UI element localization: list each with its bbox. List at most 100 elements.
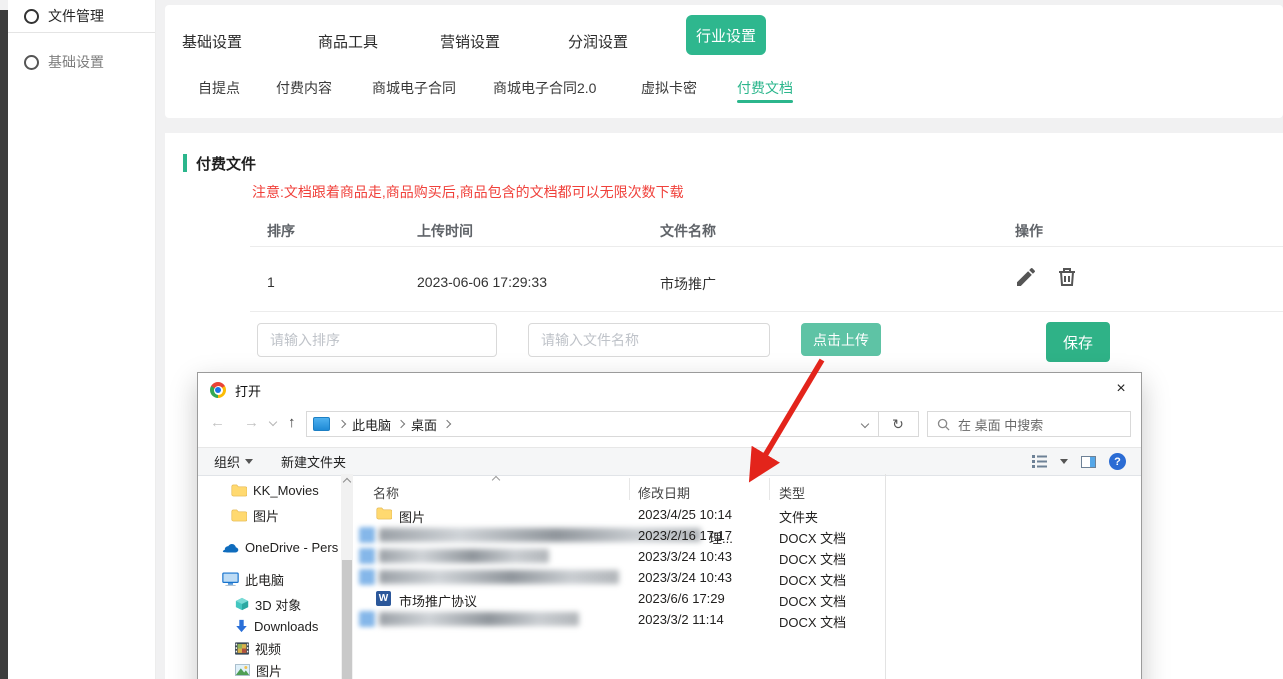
notice-text: 注意:文档跟着商品走,商品购买后,商品包含的文档都可以无限次数下载 bbox=[252, 182, 684, 202]
column-divider[interactable] bbox=[629, 478, 630, 500]
radio-circle-icon bbox=[24, 55, 39, 70]
tree-item-label: OneDrive - Pers bbox=[245, 540, 338, 555]
tree-item-label: 此电脑 bbox=[245, 570, 284, 589]
file-row-pictures[interactable]: 图片 2023/4/25 10:14 文件夹 bbox=[353, 504, 884, 525]
recent-locations-icon[interactable] bbox=[269, 418, 277, 426]
tree-item-pictures-folder[interactable]: 图片 bbox=[198, 504, 341, 526]
file-type: DOCX 文档 bbox=[779, 528, 846, 547]
scroll-up-icon[interactable] bbox=[343, 478, 351, 486]
folder-tree: KK_Movies 图片 OneDrive - Pers bbox=[198, 474, 341, 679]
redacted-file-icon bbox=[359, 569, 375, 585]
tree-item-videos[interactable]: 视频 bbox=[198, 637, 341, 659]
breadcrumb-this-pc[interactable]: 此电脑 bbox=[352, 415, 391, 434]
file-date: 2023/3/24 10:43 bbox=[638, 549, 732, 564]
redacted-file-name bbox=[379, 570, 619, 584]
cell-file-name: 市场推广 bbox=[660, 274, 716, 294]
file-name-input[interactable] bbox=[528, 323, 770, 357]
search-icon bbox=[937, 418, 950, 431]
tree-scrollbar[interactable] bbox=[341, 474, 353, 679]
column-type[interactable]: 类型 bbox=[779, 483, 805, 502]
onedrive-cloud-icon bbox=[222, 542, 239, 553]
help-icon[interactable]: ? bbox=[1109, 453, 1126, 470]
view-mode-caret-icon[interactable] bbox=[1060, 459, 1068, 464]
file-row-redacted[interactable]: 2023/3/24 10:43 DOCX 文档 bbox=[353, 567, 884, 588]
tree-item-pictures[interactable]: 图片 bbox=[198, 659, 341, 679]
picture-icon bbox=[235, 664, 250, 676]
section-accent-bar bbox=[183, 154, 187, 172]
subtab-mall-econtract-2[interactable]: 商城电子合同2.0 bbox=[493, 78, 596, 98]
new-folder-label: 新建文件夹 bbox=[281, 452, 346, 471]
word-doc-icon: W bbox=[376, 591, 391, 606]
column-date-modified[interactable]: 修改日期 bbox=[638, 483, 690, 502]
chrome-icon bbox=[210, 382, 226, 398]
tab-profit-settings[interactable]: 分润设置 bbox=[568, 31, 628, 52]
column-header-sort: 排序 bbox=[267, 221, 295, 241]
preview-pane: 选择要预览的文件。 bbox=[885, 474, 1141, 679]
radio-circle-icon bbox=[24, 9, 39, 24]
organize-label: 组织 bbox=[214, 452, 240, 471]
row-divider bbox=[250, 246, 1283, 247]
dropdown-caret-icon bbox=[245, 459, 253, 464]
subtab-virtual-card[interactable]: 虚拟卡密 bbox=[641, 78, 697, 98]
file-date: 2023/3/24 10:43 bbox=[638, 570, 732, 585]
address-dropdown-icon[interactable] bbox=[861, 420, 869, 428]
tree-item-downloads[interactable]: Downloads bbox=[198, 615, 341, 637]
column-header-file-name: 文件名称 bbox=[660, 221, 716, 241]
click-upload-button[interactable]: 点击上传 bbox=[801, 323, 881, 356]
redacted-file-name bbox=[379, 612, 579, 626]
computer-icon bbox=[222, 572, 239, 586]
save-button[interactable]: 保存 bbox=[1046, 322, 1110, 362]
file-date: 2023/6/6 17:29 bbox=[638, 591, 725, 606]
file-type: DOCX 文档 bbox=[779, 612, 846, 631]
dialog-nav-row: ← → ↑ 此电脑 桌面 ↻ 在 桌面 中搜索 bbox=[198, 406, 1141, 442]
file-name: 图片 bbox=[399, 507, 425, 526]
back-icon[interactable]: ← bbox=[210, 414, 225, 431]
tree-item-onedrive[interactable]: OneDrive - Pers bbox=[198, 536, 341, 558]
open-file-dialog: 打开 × ← → ↑ 此电脑 桌面 ↻ bbox=[197, 372, 1142, 679]
delete-icon[interactable] bbox=[1055, 265, 1079, 289]
tab-product-tools[interactable]: 商品工具 bbox=[318, 31, 378, 52]
tab-basic-settings[interactable]: 基础设置 bbox=[182, 31, 242, 52]
file-row-redacted[interactable]: 2023/3/2 11:14 DOCX 文档 bbox=[353, 609, 884, 630]
edit-icon[interactable] bbox=[1014, 265, 1038, 289]
search-placeholder: 在 桌面 中搜索 bbox=[958, 415, 1043, 434]
breadcrumb-desktop[interactable]: 桌面 bbox=[411, 415, 437, 434]
organize-menu[interactable]: 组织 bbox=[214, 452, 253, 471]
dialog-body: KK_Movies 图片 OneDrive - Pers bbox=[198, 474, 1141, 679]
file-date: 2023/3/2 11:14 bbox=[638, 612, 724, 627]
tree-item-3d-objects[interactable]: 3D 对象 bbox=[198, 593, 341, 615]
sidebar-item-basic-settings[interactable]: 基础设置 bbox=[8, 46, 155, 78]
file-row-redacted[interactable]: 理... 2023/2/16 17:17 DOCX 文档 bbox=[353, 525, 884, 546]
column-header-actions: 操作 bbox=[1015, 221, 1043, 241]
video-icon bbox=[235, 642, 249, 655]
new-folder-button[interactable]: 新建文件夹 bbox=[281, 452, 346, 471]
scrollbar-thumb[interactable] bbox=[342, 560, 352, 679]
file-row-market-promo-agreement[interactable]: W 市场推广协议 2023/6/6 17:29 DOCX 文档 bbox=[353, 588, 884, 609]
dialog-titlebar[interactable]: 打开 × bbox=[198, 373, 1141, 406]
subtab-pickup-point[interactable]: 自提点 bbox=[198, 78, 240, 98]
file-date: 2023/4/25 10:14 bbox=[638, 507, 732, 522]
tree-item-this-pc[interactable]: 此电脑 bbox=[198, 568, 341, 590]
column-name[interactable]: 名称 bbox=[373, 483, 399, 502]
tab-industry-settings-active[interactable]: 行业设置 bbox=[686, 15, 766, 55]
forward-icon[interactable]: → bbox=[244, 414, 259, 431]
tree-item-kk-movies[interactable]: KK_Movies bbox=[198, 479, 341, 501]
subtab-paid-documents-active[interactable]: 付费文档 bbox=[737, 78, 793, 98]
view-mode-icon[interactable] bbox=[1032, 455, 1047, 468]
download-arrow-icon bbox=[235, 619, 248, 633]
address-bar[interactable]: 此电脑 桌面 bbox=[306, 411, 879, 437]
column-divider[interactable] bbox=[769, 478, 770, 500]
subtab-mall-econtract[interactable]: 商城电子合同 bbox=[372, 78, 456, 98]
up-icon[interactable]: ↑ bbox=[288, 414, 296, 431]
refresh-button[interactable]: ↻ bbox=[878, 411, 919, 437]
file-row-redacted[interactable]: 2023/3/24 10:43 DOCX 文档 bbox=[353, 546, 884, 567]
sort-input[interactable] bbox=[257, 323, 497, 357]
preview-pane-icon[interactable] bbox=[1081, 456, 1096, 468]
subtab-paid-content[interactable]: 付费内容 bbox=[276, 78, 332, 98]
search-box[interactable]: 在 桌面 中搜索 bbox=[927, 411, 1131, 437]
sidebar-item-file-management[interactable]: 文件管理 bbox=[8, 0, 155, 33]
redacted-file-icon bbox=[359, 548, 375, 564]
tab-marketing-settings[interactable]: 营销设置 bbox=[440, 31, 500, 52]
close-icon[interactable]: × bbox=[1107, 377, 1135, 401]
file-date: 2023/2/16 17:17 bbox=[638, 528, 732, 543]
